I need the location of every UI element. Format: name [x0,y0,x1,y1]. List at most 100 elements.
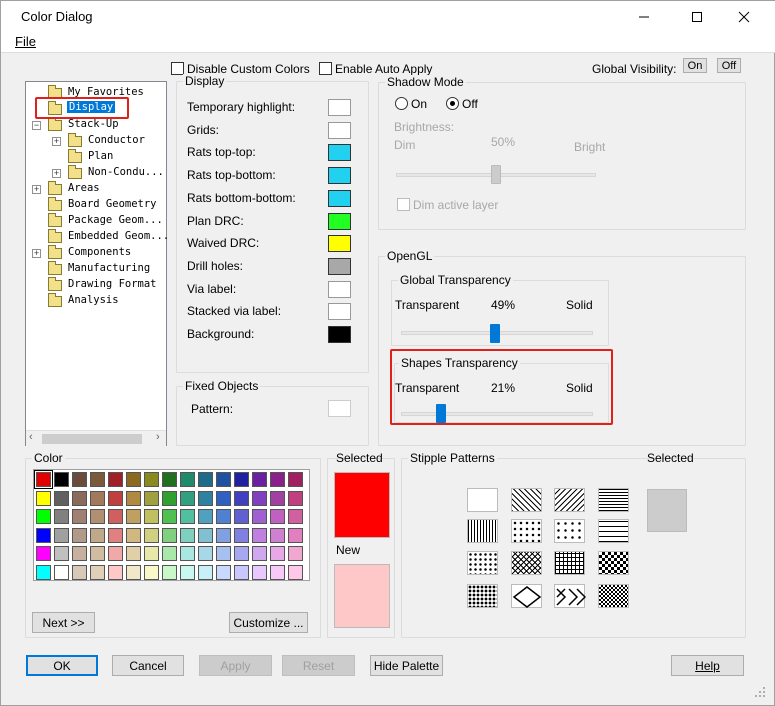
tree-item-board-geometry[interactable]: Board Geometry [68,198,157,210]
brightness-slider-thumb[interactable] [491,165,501,184]
palette-color-cell[interactable] [90,490,105,506]
palette-color-cell[interactable] [270,509,285,524]
scrollbar-thumb[interactable] [42,434,142,444]
palette-color-cell[interactable] [216,564,231,580]
category-tree[interactable]: My Favorites Display − Stack-Up + Conduc… [25,81,169,446]
palette-color-cell[interactable] [108,527,123,543]
palette-color-cell[interactable] [288,509,303,524]
display-row-color-swatch[interactable] [328,122,351,139]
palette-color-cell[interactable] [72,546,87,561]
palette-color-cell[interactable] [180,472,195,487]
scroll-left-icon[interactable]: ‹ [29,431,33,443]
palette-color-cell[interactable] [234,564,249,580]
palette-color-cell[interactable] [36,564,51,580]
palette-color-cell[interactable] [234,490,249,506]
palette-color-cell[interactable] [72,564,87,580]
shadow-on-radio[interactable] [395,97,408,110]
palette-color-cell[interactable] [288,527,303,543]
enable-auto-apply-checkbox[interactable] [319,62,332,75]
expand-icon[interactable]: + [52,169,61,178]
palette-color-cell[interactable] [252,564,267,580]
palette-color-cell[interactable] [162,564,177,580]
tree-item-non-conductor[interactable]: Non-Condu... [88,166,164,178]
pattern-swatch[interactable] [328,400,351,417]
palette-color-cell[interactable] [72,527,87,543]
stipple-pattern-dashes[interactable] [598,519,629,543]
stipple-pattern-crosshatch[interactable] [511,551,542,575]
palette-color-cell[interactable] [54,490,69,506]
tree-item-stack-up[interactable]: Stack-Up [68,118,119,130]
display-row-color-swatch[interactable] [328,326,351,343]
palette-color-cell[interactable] [270,564,285,580]
stipple-pattern-dots[interactable] [511,519,542,543]
global-visibility-on-button[interactable]: On [683,58,707,73]
palette-color-cell[interactable] [126,564,141,580]
palette-color-cell[interactable] [270,527,285,543]
palette-color-cell[interactable] [162,546,177,561]
tree-item-components[interactable]: Components [68,246,131,258]
stipple-pattern-dense-dots[interactable] [467,584,498,608]
stipple-pattern-wave[interactable] [554,584,586,608]
palette-color-cell[interactable] [198,527,213,543]
palette-color-cell[interactable] [234,472,249,487]
scroll-right-icon[interactable]: › [156,431,160,443]
palette-color-cell[interactable] [126,509,141,524]
palette-color-cell[interactable] [288,472,303,487]
close-icon[interactable] [721,1,767,33]
stipple-pattern-backdiagonal[interactable] [554,488,585,512]
palette-color-cell[interactable] [288,564,303,580]
palette-color-cell[interactable] [36,527,51,543]
palette-color-cell[interactable] [108,546,123,561]
display-row-color-swatch[interactable] [328,303,351,320]
palette-color-cell[interactable] [216,509,231,524]
palette-color-cell[interactable] [144,509,159,524]
ok-button[interactable]: OK [26,655,98,676]
expand-icon[interactable]: − [32,121,41,130]
palette-color-cell[interactable] [216,472,231,487]
resize-grip-icon[interactable] [753,685,767,699]
minimize-icon[interactable] [621,1,667,33]
palette-color-cell[interactable] [144,546,159,561]
palette-color-cell[interactable] [288,490,303,506]
palette-color-cell[interactable] [54,527,69,543]
palette-color-cell[interactable] [36,509,51,524]
palette-color-cell[interactable] [252,527,267,543]
tree-item-drawing-format[interactable]: Drawing Format [68,278,157,290]
palette-color-cell[interactable] [162,490,177,506]
palette-color-cell[interactable] [234,527,249,543]
palette-color-cell[interactable] [144,490,159,506]
palette-color-cell[interactable] [180,564,195,580]
palette-color-cell[interactable] [90,509,105,524]
palette-color-cell[interactable] [180,546,195,561]
palette-color-cell[interactable] [144,564,159,580]
display-row-color-swatch[interactable] [328,235,351,252]
stipple-pattern-sparse-dots[interactable] [554,519,585,543]
palette-color-cell[interactable] [252,490,267,506]
display-row-color-swatch[interactable] [328,190,351,207]
stipple-pattern-horizontal[interactable] [598,488,629,512]
palette-color-cell[interactable] [54,564,69,580]
menu-file[interactable]: File [15,34,36,49]
palette-color-cell[interactable] [198,472,213,487]
tree-item-manufacturing[interactable]: Manufacturing [68,262,150,274]
palette-color-cell[interactable] [126,527,141,543]
palette-color-cell[interactable] [252,472,267,487]
palette-color-cell[interactable] [198,564,213,580]
global-visibility-off-button[interactable]: Off [717,58,741,73]
cancel-button[interactable]: Cancel [112,655,184,676]
palette-color-cell[interactable] [144,527,159,543]
palette-color-cell[interactable] [54,472,69,487]
palette-color-cell[interactable] [198,546,213,561]
palette-color-cell[interactable] [90,527,105,543]
stipple-pattern-vertical[interactable] [467,519,498,543]
palette-color-cell[interactable] [90,564,105,580]
hide-palette-button[interactable]: Hide Palette [370,655,443,676]
palette-color-cell[interactable] [234,509,249,524]
tree-item-conductor[interactable]: Conductor [88,134,145,146]
palette-color-cell[interactable] [162,472,177,487]
palette-color-cell[interactable] [270,472,285,487]
palette-color-cell[interactable] [252,546,267,561]
display-row-color-swatch[interactable] [328,167,351,184]
palette-color-cell[interactable] [72,509,87,524]
stipple-pattern-fine-dots[interactable] [467,551,498,575]
